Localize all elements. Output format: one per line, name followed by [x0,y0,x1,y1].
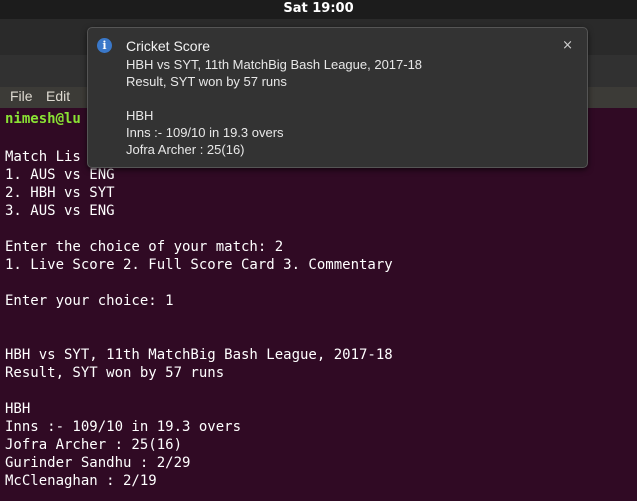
top-bar: Sat 19:00 [0,0,637,19]
notification-popup[interactable]: i Cricket Score HBH vs SYT, 11th MatchBi… [87,27,588,168]
terminal-line: Jofra Archer : 25(16) [5,437,183,453]
terminal-line: McClenaghan : 2/19 [5,473,157,489]
menu-edit[interactable]: Edit [46,88,70,104]
notification-line: Inns :- 109/10 in 19.3 overs [126,125,284,140]
terminal-line: Match Lis [5,149,81,165]
notification-line [126,90,566,107]
clock[interactable]: Sat 19:00 [0,1,637,16]
notification-line: HBH vs SYT, 11th MatchBig Bash League, 2… [126,57,423,72]
info-icon: i [97,38,112,53]
menu-file[interactable]: File [10,88,33,104]
notification-line: Result, SYT won by 57 runs [126,74,287,89]
notification-line: HBH [126,108,154,123]
notification-title: Cricket Score [126,38,211,54]
terminal-line: 3. AUS vs ENG [5,203,115,219]
notification-line: Jofra Archer : 25(16) [126,142,245,157]
terminal-line: Enter your choice: 1 [5,293,174,309]
terminal-line: Gurinder Sandhu : 2/29 [5,455,191,471]
terminal-line: HBH [5,401,31,417]
close-icon[interactable]: × [562,38,573,53]
terminal-prompt: nimesh@lu [5,111,81,127]
notification-body: HBH vs SYT, 11th MatchBig Bash League, 2… [126,56,566,158]
terminal-line: HBH vs SYT, 11th MatchBig Bash League, 2… [5,347,393,363]
terminal-line: Inns :- 109/10 in 19.3 overs [5,419,242,435]
terminal-line: Result, SYT won by 57 runs [5,365,225,381]
terminal-line: 1. Live Score 2. Full Score Card 3. Comm… [5,257,393,273]
terminal-line: 2. HBH vs SYT [5,185,115,201]
terminal-line: Enter the choice of your match: 2 [5,239,284,255]
terminal-line: 1. AUS vs ENG [5,167,115,183]
